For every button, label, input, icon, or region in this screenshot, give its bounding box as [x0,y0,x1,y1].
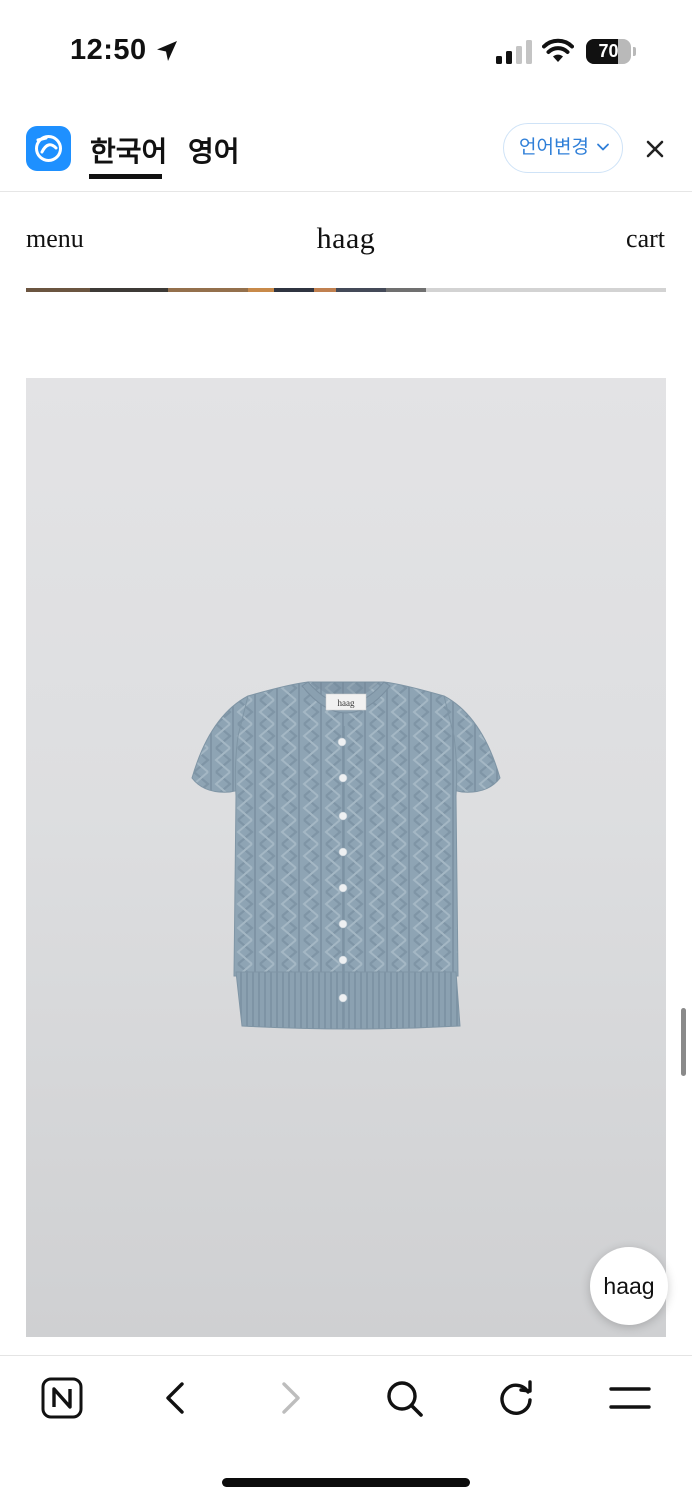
floating-brand-button[interactable]: haag [590,1247,668,1325]
garment-label: haag [338,698,355,708]
browser-toolbar [0,1355,692,1500]
battery-cap [633,47,636,56]
change-language-label: 언어변경 [519,136,589,158]
forward-icon[interactable] [268,1376,312,1420]
product-photo[interactable]: haag [26,378,666,1337]
menu-icon[interactable] [608,1376,652,1420]
site-header: haag menu cart [0,192,692,292]
status-bar: 12:50 70 [0,0,692,100]
tab-korean[interactable]: 한국어 [90,130,167,170]
battery-body: 70 [586,39,631,64]
cardigan-garment: haag [191,681,501,1030]
menu-link[interactable]: menu [26,224,84,254]
translate-bar: 한국어 영어 언어변경 [0,110,692,192]
back-icon[interactable] [154,1376,198,1420]
chevron-down-icon [597,143,609,151]
location-arrow-icon [157,41,177,61]
selected-tab-underline [89,174,162,179]
wifi-icon [542,38,574,62]
translate-logo-glyph [35,135,62,162]
battery-level: 70 [598,41,619,61]
home-indicator[interactable] [222,1478,470,1487]
reload-icon[interactable] [494,1376,538,1420]
naver-home-icon[interactable] [40,1376,84,1420]
status-time: 12:50 [70,34,147,66]
search-icon[interactable] [382,1376,426,1420]
scroll-indicator[interactable] [681,1008,686,1076]
close-icon[interactable] [644,138,666,160]
tab-english[interactable]: 영어 [188,130,240,170]
change-language-button[interactable]: 언어변경 [503,123,623,173]
thumbnail-strip [26,288,666,292]
battery-icon: 70 [586,39,636,64]
cart-link[interactable]: cart [626,224,665,254]
cellular-signal-icon [496,40,532,64]
brand-logo[interactable]: haag [0,222,692,256]
translate-app-icon[interactable] [26,126,71,171]
